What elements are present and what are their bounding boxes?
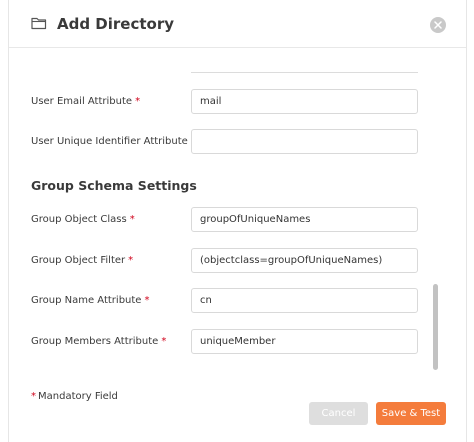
- group-name-attribute-input[interactable]: [191, 288, 418, 313]
- required-marker: *: [31, 391, 36, 402]
- user-email-attribute-label: User Email Attribute *: [31, 96, 140, 107]
- dialog-header: Add Directory: [9, 0, 466, 48]
- scrollbar-thumb[interactable]: [433, 284, 438, 370]
- add-directory-dialog: Add Directory User Email Attribute* User…: [0, 0, 474, 442]
- close-button[interactable]: [430, 17, 446, 33]
- close-icon: [434, 21, 442, 29]
- user-email-attribute-input[interactable]: [191, 89, 418, 114]
- dialog-right-edge: [466, 0, 467, 442]
- group-name-attribute-label: Group Name Attribute *: [31, 295, 149, 306]
- mandatory-field-note-text: Mandatory Field: [38, 391, 118, 402]
- group-object-filter-label-text: Group Object Filter: [31, 255, 126, 266]
- folder-icon: [31, 15, 47, 30]
- required-marker: *: [161, 336, 167, 347]
- required-marker: *: [128, 255, 134, 266]
- group-members-attribute-label-text: Group Members Attribute: [31, 336, 159, 347]
- group-name-attribute-label-text: Group Name Attribute: [31, 295, 142, 306]
- user-email-attribute-label-text: User Email Attribute: [31, 96, 133, 107]
- mandatory-field-note: * Mandatory Field: [31, 391, 118, 402]
- required-marker: *: [144, 295, 150, 306]
- group-members-attribute-input[interactable]: [191, 329, 418, 354]
- required-marker: *: [135, 96, 141, 107]
- group-object-class-label: Group Object Class *: [31, 214, 135, 225]
- save-and-test-button[interactable]: Save & Test: [376, 402, 446, 425]
- group-object-filter-input[interactable]: [191, 248, 418, 273]
- user-unique-identifier-attribute-label: User Unique Identifier Attribute: [31, 136, 188, 147]
- group-schema-settings-heading: Group Schema Settings: [31, 178, 197, 193]
- required-marker: *: [129, 214, 135, 225]
- group-object-class-label-text: Group Object Class: [31, 214, 127, 225]
- user-unique-identifier-attribute-input[interactable]: [191, 129, 418, 154]
- group-object-filter-label: Group Object Filter *: [31, 255, 133, 266]
- dialog-left-edge: [8, 0, 9, 442]
- previous-field-bottom-border: [191, 72, 418, 73]
- dialog-title: Add Directory: [57, 15, 175, 33]
- cancel-button[interactable]: Cancel: [309, 402, 368, 425]
- group-members-attribute-label: Group Members Attribute *: [31, 336, 166, 347]
- group-object-class-input[interactable]: [191, 207, 418, 232]
